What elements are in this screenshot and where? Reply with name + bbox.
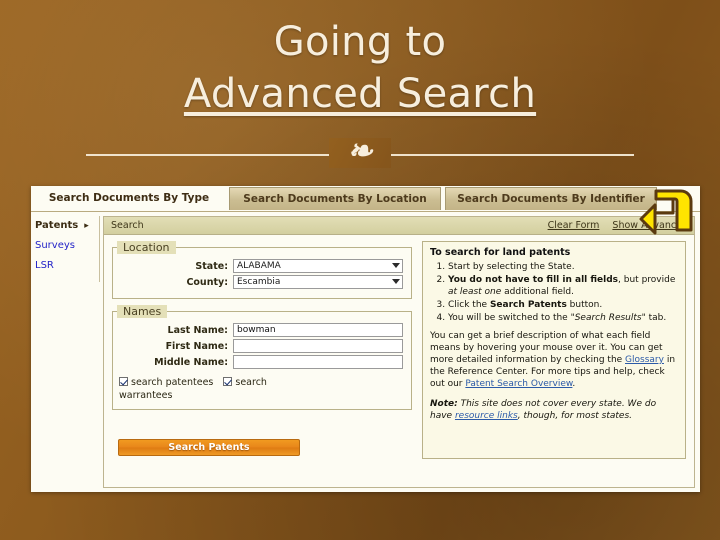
names-fieldset: Names Last Name: bowman First Name: Midd… xyxy=(112,305,412,410)
instruction-step-4: You will be switched to the "Search Resu… xyxy=(448,312,678,324)
title-line-2: Advanced Search xyxy=(183,71,537,117)
last-name-input[interactable]: bowman xyxy=(233,323,403,337)
para-part-3: . xyxy=(572,379,576,389)
embedded-screenshot: Search Documents By Type Search Document… xyxy=(31,186,700,492)
step4-pre: You will be switched to the " xyxy=(448,313,575,323)
location-fieldset: Location State: ALABAMA County: Escambia xyxy=(112,241,412,299)
state-row: State: ALABAMA xyxy=(113,259,403,273)
glossary-link[interactable]: Glossary xyxy=(625,355,664,365)
fleuron-icon: ❧ xyxy=(347,134,373,169)
middle-name-row: Middle Name: xyxy=(113,355,403,369)
search-form-header: Search Clear Form Show Advanced xyxy=(104,217,694,235)
search-header-links: Clear Form Show Advanced xyxy=(538,220,688,231)
search-patents-button[interactable]: Search Patents xyxy=(118,439,300,456)
county-label: County: xyxy=(186,276,228,288)
ornament-divider: ❧ xyxy=(86,132,634,172)
first-name-label: First Name: xyxy=(165,340,228,352)
sidebar-item-lsr[interactable]: LSR xyxy=(35,256,97,276)
resource-links-link[interactable]: resource links xyxy=(455,411,518,421)
instructions-list: Start by selecting the State. You do not… xyxy=(430,261,678,324)
tab-search-documents-by-identifier[interactable]: Search Documents By Identifier xyxy=(445,187,657,210)
tab-bar-divider xyxy=(31,211,700,212)
search-patentees-label: search patentees xyxy=(131,377,214,388)
chevron-down-icon xyxy=(392,263,400,268)
note-label: Note: xyxy=(430,399,458,409)
instruction-step-3: Click the Search Patents button. xyxy=(448,299,678,311)
step4-italic: Search Results xyxy=(574,313,642,323)
names-fields: Last Name: bowman First Name: Middle Nam… xyxy=(113,318,411,409)
search-form-card: Search Clear Form Show Advanced Location… xyxy=(103,216,695,488)
middle-name-label: Middle Name: xyxy=(154,356,228,368)
tab-bar: Search Documents By Type Search Document… xyxy=(31,186,700,212)
instruction-step-1: Start by selecting the State. xyxy=(448,261,678,273)
instructions-heading: To search for land patents xyxy=(430,247,571,258)
county-row: County: Escambia xyxy=(113,275,403,289)
step2-mid: , but provide xyxy=(618,275,676,285)
page-title: Going to Advanced Search xyxy=(0,16,720,120)
step3-bold: Search Patents xyxy=(489,300,567,310)
title-line-1: Going to xyxy=(273,19,447,65)
chevron-down-icon xyxy=(392,279,400,284)
sidebar-item-surveys[interactable]: Surveys xyxy=(35,236,97,256)
step2-bold: You do not have to fill in all fields xyxy=(448,275,619,285)
step2-italic: at least one xyxy=(448,287,502,297)
location-legend: Location xyxy=(117,241,176,254)
patent-search-overview-link[interactable]: Patent Search Overview xyxy=(465,379,572,389)
location-fields: State: ALABAMA County: Escambia xyxy=(113,254,411,298)
chevron-right-icon: ▸ xyxy=(84,221,89,231)
form-left-column: Location State: ALABAMA County: Escambia xyxy=(112,241,412,410)
sidebar-nav: Patents ▸ Surveys LSR xyxy=(35,216,97,276)
instructions-note: Note: This site does not cover every sta… xyxy=(430,398,678,422)
state-select[interactable]: ALABAMA xyxy=(233,259,403,273)
step4-post: " tab. xyxy=(641,313,667,323)
instructions-panel: To search for land patents Start by sele… xyxy=(422,241,686,459)
note-text-2: , though, for most states. xyxy=(517,411,632,421)
search-patentees-checkbox[interactable] xyxy=(119,377,128,386)
sidebar-item-patents[interactable]: Patents ▸ xyxy=(35,216,97,236)
step3-pre: Click the xyxy=(448,300,490,310)
show-advanced-link[interactable]: Show Advanced xyxy=(612,220,688,231)
tab-search-documents-by-type[interactable]: Search Documents By Type xyxy=(35,187,223,210)
step2-end: additional field. xyxy=(501,287,574,297)
state-label: State: xyxy=(195,260,228,272)
first-name-row: First Name: xyxy=(113,339,403,353)
middle-name-input[interactable] xyxy=(233,355,403,369)
sidebar-item-patents-label: Patents xyxy=(35,220,79,231)
sidebar-divider xyxy=(99,216,100,282)
search-scope-checkboxes: search patentees search warrantees xyxy=(119,376,319,402)
instruction-step-2: You do not have to fill in all fields, b… xyxy=(448,274,678,298)
names-legend: Names xyxy=(117,305,168,318)
tab-search-documents-by-location[interactable]: Search Documents By Location xyxy=(229,187,441,210)
last-name-label: Last Name: xyxy=(167,324,228,336)
step3-post: button. xyxy=(566,300,603,310)
search-warrantees-checkbox[interactable] xyxy=(223,377,233,386)
first-name-input[interactable] xyxy=(233,339,403,353)
last-name-row: Last Name: bowman xyxy=(113,323,403,337)
county-select[interactable]: Escambia xyxy=(233,275,403,289)
state-select-value: ALABAMA xyxy=(237,261,281,271)
instructions-paragraph: You can get a brief description of what … xyxy=(430,330,678,390)
search-header-label: Search xyxy=(111,220,144,231)
clear-form-link[interactable]: Clear Form xyxy=(548,220,600,231)
county-select-value: Escambia xyxy=(237,277,281,287)
